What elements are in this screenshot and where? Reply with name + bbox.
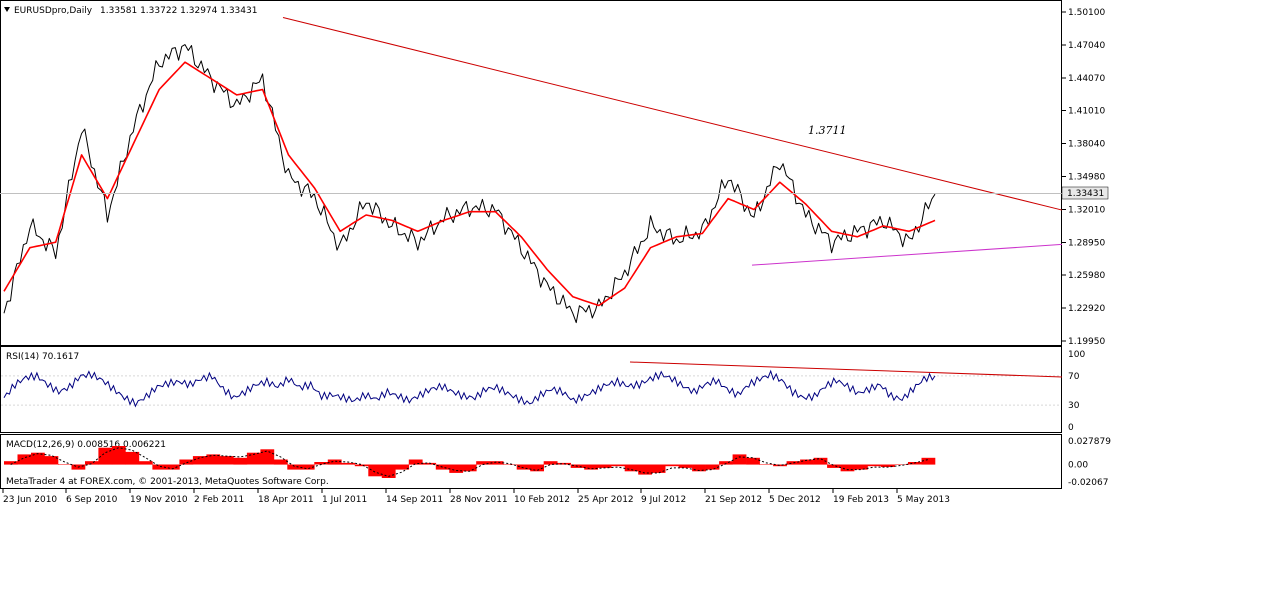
time-tick-label: 18 Apr 2011	[258, 495, 314, 505]
time-tick-label: 10 Feb 2012	[514, 495, 570, 505]
macd-histogram-bar	[179, 459, 194, 465]
macd-histogram-bar	[111, 446, 126, 465]
macd-histogram-bar	[665, 464, 679, 467]
rsi-tick-label: 100	[1068, 350, 1085, 360]
price-tick-label: 1.32010	[1068, 205, 1105, 215]
current-price-label: 1.33431	[1067, 189, 1104, 199]
macd-histogram-bar	[746, 457, 760, 465]
macd-histogram-bar	[462, 464, 477, 472]
price-tick-label: 1.41010	[1068, 107, 1105, 117]
price-tick-label: 1.38040	[1068, 140, 1105, 150]
macd-histogram-bar	[732, 454, 747, 465]
macd-histogram-bar	[759, 464, 774, 465]
macd-histogram-bar	[449, 464, 464, 473]
price-tick-label: 1.28950	[1068, 238, 1105, 248]
rsi-tick-label: 70	[1068, 372, 1080, 382]
copyright-text: MetaTrader 4 at FOREX.com, © 2001-2013, …	[6, 477, 329, 487]
time-tick-label: 21 Sep 2012	[705, 495, 762, 505]
macd-tick-label: 0.027879	[1068, 437, 1111, 447]
time-tick-label: 5 May 2013	[897, 495, 950, 505]
macd-histogram-bar	[651, 464, 666, 473]
chart-canvas[interactable]: EURUSDpro,Daily 1.33581 1.33722 1.32974 …	[0, 0, 1265, 603]
price-tick-label: 1.22920	[1068, 304, 1105, 314]
time-tick-label: 28 Nov 2011	[450, 495, 508, 505]
peak-price-label: 1.3711	[808, 124, 847, 137]
macd-histogram-bar	[854, 464, 868, 470]
macd-histogram-bar	[192, 456, 207, 465]
macd-histogram-bar	[233, 457, 248, 465]
time-tick-label: 14 Sep 2011	[386, 495, 443, 505]
chart-window[interactable]: EURUSDpro,Daily 1.33581 1.33722 1.32974 …	[0, 0, 1265, 603]
macd-histogram-bar	[354, 464, 369, 467]
macd-histogram-bar	[408, 459, 423, 465]
time-tick-label: 6 Sep 2010	[66, 495, 118, 505]
macd-histogram-bar	[138, 461, 153, 465]
macd-histogram-bar	[58, 464, 72, 465]
price-tick-label: 1.25980	[1068, 271, 1105, 281]
macd-histogram-bar	[638, 464, 652, 475]
macd-histogram-bar	[611, 464, 625, 467]
macd-histogram-bar	[624, 464, 639, 472]
time-tick-label: 23 Jun 2010	[3, 495, 57, 505]
macd-histogram-bar	[85, 461, 99, 465]
price-tick-label: 1.47040	[1068, 41, 1105, 51]
rsi-tick-label: 30	[1068, 401, 1080, 411]
macd-histogram-bar	[219, 456, 234, 465]
macd-histogram-bar	[840, 464, 855, 472]
macd-histogram-bar	[543, 461, 558, 465]
time-tick-label: 25 Apr 2012	[578, 495, 634, 505]
rsi-label: RSI(14) 70.1617	[6, 352, 79, 362]
price-tick-label: 1.50100	[1068, 8, 1105, 18]
macd-histogram-bar	[31, 452, 45, 465]
price-tick-label: 1.19950	[1068, 337, 1105, 347]
time-tick-label: 9 Jul 2012	[641, 495, 686, 505]
macd-tick-label: -0.02067	[1068, 478, 1108, 488]
macd-histogram-bar	[516, 464, 531, 470]
time-tick-label: 5 Dec 2012	[769, 495, 821, 505]
macd-histogram-bar	[678, 464, 693, 468]
macd-histogram-bar	[125, 451, 140, 465]
macd-histogram-bar	[368, 464, 383, 477]
ohlc-values: 1.33581 1.33722 1.32974 1.33431	[100, 6, 257, 16]
rsi-tick-label: 0	[1068, 423, 1074, 433]
macd-label: MACD(12,26,9) 0.008516 0.006221	[6, 440, 166, 450]
time-tick-label: 1 Jul 2011	[322, 495, 367, 505]
macd-histogram-bar	[260, 449, 275, 465]
price-tick-label: 1.34980	[1068, 173, 1105, 183]
time-tick-label: 19 Feb 2013	[833, 495, 889, 505]
macd-histogram-bar	[894, 464, 909, 465]
macd-histogram-bar	[827, 464, 841, 468]
macd-histogram-bar	[867, 464, 882, 467]
time-tick-label: 19 Nov 2010	[130, 495, 188, 505]
price-tick-label: 1.44070	[1068, 74, 1105, 84]
macd-tick-label: 0.00	[1068, 461, 1088, 471]
macd-histogram-bar	[287, 464, 302, 470]
macd-histogram-bar	[327, 459, 342, 465]
symbol-label: EURUSDpro,Daily	[14, 6, 93, 16]
macd-histogram-bar	[273, 459, 288, 465]
time-tick-label: 2 Feb 2011	[194, 495, 244, 505]
